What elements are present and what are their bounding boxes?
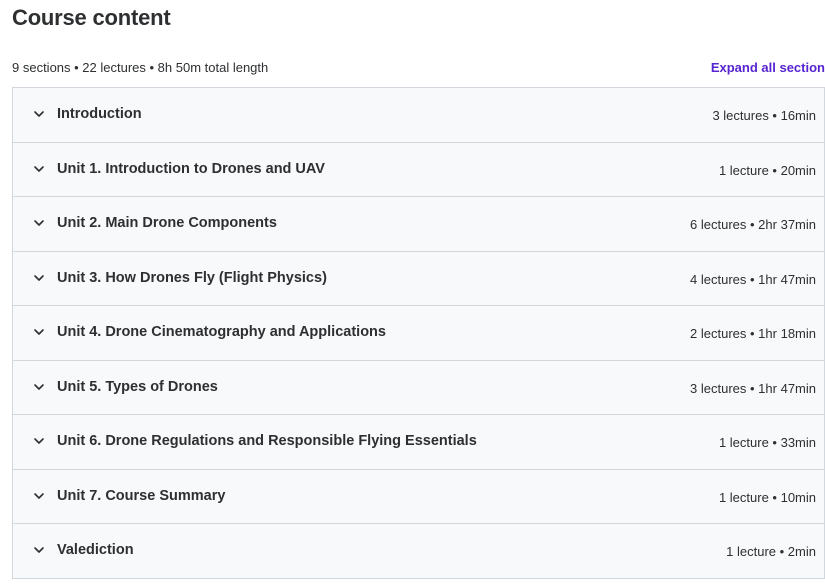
course-summary-row: 9 sections • 22 lectures • 8h 50m total … <box>12 59 825 77</box>
section-title: Unit 2. Main Drone Components <box>57 215 277 231</box>
section-header[interactable]: Unit 2. Main Drone Components 6 lectures… <box>13 197 824 252</box>
section-header[interactable]: Unit 6. Drone Regulations and Responsibl… <box>13 415 824 470</box>
chevron-down-icon <box>33 272 45 284</box>
section-meta: 3 lectures • 16min <box>712 108 816 123</box>
section-header[interactable]: Unit 7. Course Summary 1 lecture • 10min <box>13 469 824 524</box>
section-title: Unit 6. Drone Regulations and Responsibl… <box>57 433 477 449</box>
chevron-down-icon <box>33 544 45 556</box>
section-meta: 4 lectures • 1hr 47min <box>690 271 816 287</box>
chevron-down-icon <box>33 217 45 229</box>
chevron-down-icon <box>33 326 45 338</box>
chevron-down-icon <box>33 163 45 175</box>
section-meta: 3 lectures • 1hr 47min <box>690 380 816 396</box>
section-meta: 1 lecture • 33min <box>718 435 816 450</box>
page-title: Course content <box>12 5 171 30</box>
course-summary: 9 sections • 22 lectures • 8h 50m total … <box>12 60 269 75</box>
section-title: Unit 7. Course Summary <box>57 487 226 504</box>
section-meta: 2 lectures • 1hr 18min <box>690 326 816 341</box>
chevron-down-icon <box>33 435 45 447</box>
section-meta: 1 lecture • 20min <box>718 162 816 178</box>
section-title: Unit 3. How Drones Fly (Flight Physics) <box>57 269 327 286</box>
section-header[interactable]: Unit 4. Drone Cinematography and Applica… <box>13 306 824 361</box>
chevron-down-icon <box>33 108 45 120</box>
section-title: Introduction <box>57 106 142 122</box>
section-title: Unit 5. Types of Drones <box>57 378 218 395</box>
chevron-down-icon <box>33 490 45 502</box>
section-header[interactable]: Introduction 3 lectures • 16min <box>13 88 824 143</box>
chevron-down-icon <box>33 381 45 393</box>
section-meta: 1 lecture • 2min <box>726 544 816 559</box>
section-header[interactable]: Unit 5. Types of Drones 3 lectures • 1hr… <box>13 360 824 415</box>
expand-all-sections-button[interactable]: Expand all section <box>711 59 825 77</box>
section-title: Valediction <box>57 542 134 558</box>
section-title: Unit 4. Drone Cinematography and Applica… <box>57 324 386 340</box>
section-meta: 1 lecture • 10min <box>718 489 816 505</box>
section-header[interactable]: Unit 3. How Drones Fly (Flight Physics) … <box>13 251 824 306</box>
section-meta: 6 lectures • 2hr 37min <box>690 217 816 232</box>
course-sections-list: Introduction 3 lectures • 16min Unit 1. … <box>12 87 825 579</box>
section-header[interactable]: Unit 1. Introduction to Drones and UAV 1… <box>13 142 824 197</box>
section-title: Unit 1. Introduction to Drones and UAV <box>57 160 325 177</box>
section-header[interactable]: Valediction 1 lecture • 2min <box>13 524 824 579</box>
